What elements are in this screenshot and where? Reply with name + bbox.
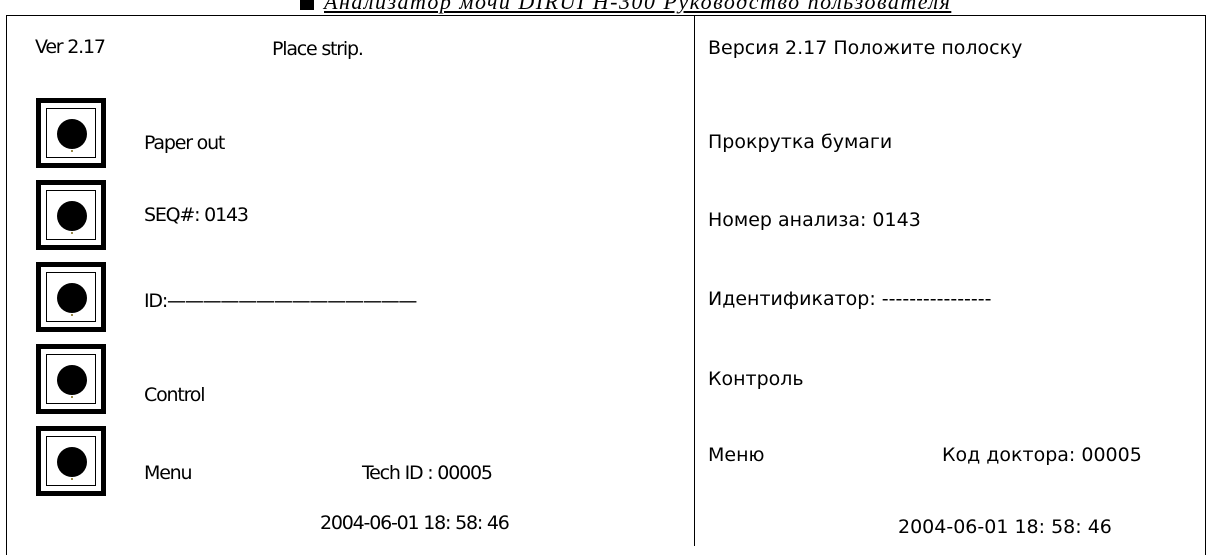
datetime-label: 2004-06-01 18: 58: 46 (320, 512, 510, 534)
paper-out-button[interactable] (36, 98, 106, 168)
seq-button[interactable] (36, 180, 106, 250)
button-inner-frame (46, 190, 96, 240)
page-header: Анализатор мочи DIRUI H-300 Руководство … (0, 0, 1209, 16)
bullet-square-icon (300, 0, 314, 10)
translation-menu: Меню (708, 444, 765, 466)
translation-version: Версия 2.17 Положите полоску (708, 37, 1023, 59)
translation-doctor-code: Код доктора: 00005 (942, 444, 1142, 466)
translation-paper-out: Прокрутка бумаги (708, 131, 893, 153)
translation-id: Идентификатор: ---------------- (708, 288, 992, 310)
menu-button[interactable] (36, 426, 106, 496)
manual-title: Анализатор мочи DIRUI H-300 Руководство … (324, 0, 952, 14)
paper-out-label: Paper out (144, 132, 225, 154)
id-button[interactable] (36, 262, 106, 332)
round-button-icon (57, 119, 87, 149)
button-inner-frame (46, 272, 96, 322)
round-button-icon (57, 447, 87, 477)
tech-id-label: Tech ID : 00005 (362, 462, 493, 484)
menu-label: Menu (144, 462, 193, 484)
control-label: Control (144, 384, 205, 406)
control-button[interactable] (36, 344, 106, 414)
id-label: ID:—————————————— (144, 290, 417, 312)
button-inner-frame (46, 436, 96, 486)
round-button-icon (57, 283, 87, 313)
version-label: Ver 2.17 (35, 36, 106, 58)
round-button-icon (57, 365, 87, 395)
column-divider (694, 15, 695, 546)
seq-label: SEQ#: 0143 (144, 204, 249, 226)
translation-control: Контроль (708, 368, 804, 390)
button-inner-frame (46, 354, 96, 404)
translation-datetime: 2004-06-01 18: 58: 46 (898, 516, 1112, 538)
round-button-icon (57, 201, 87, 231)
translation-seq: Номер анализа: 0143 (708, 209, 921, 231)
status-prompt: Place strip. (272, 38, 364, 60)
button-inner-frame (46, 108, 96, 158)
